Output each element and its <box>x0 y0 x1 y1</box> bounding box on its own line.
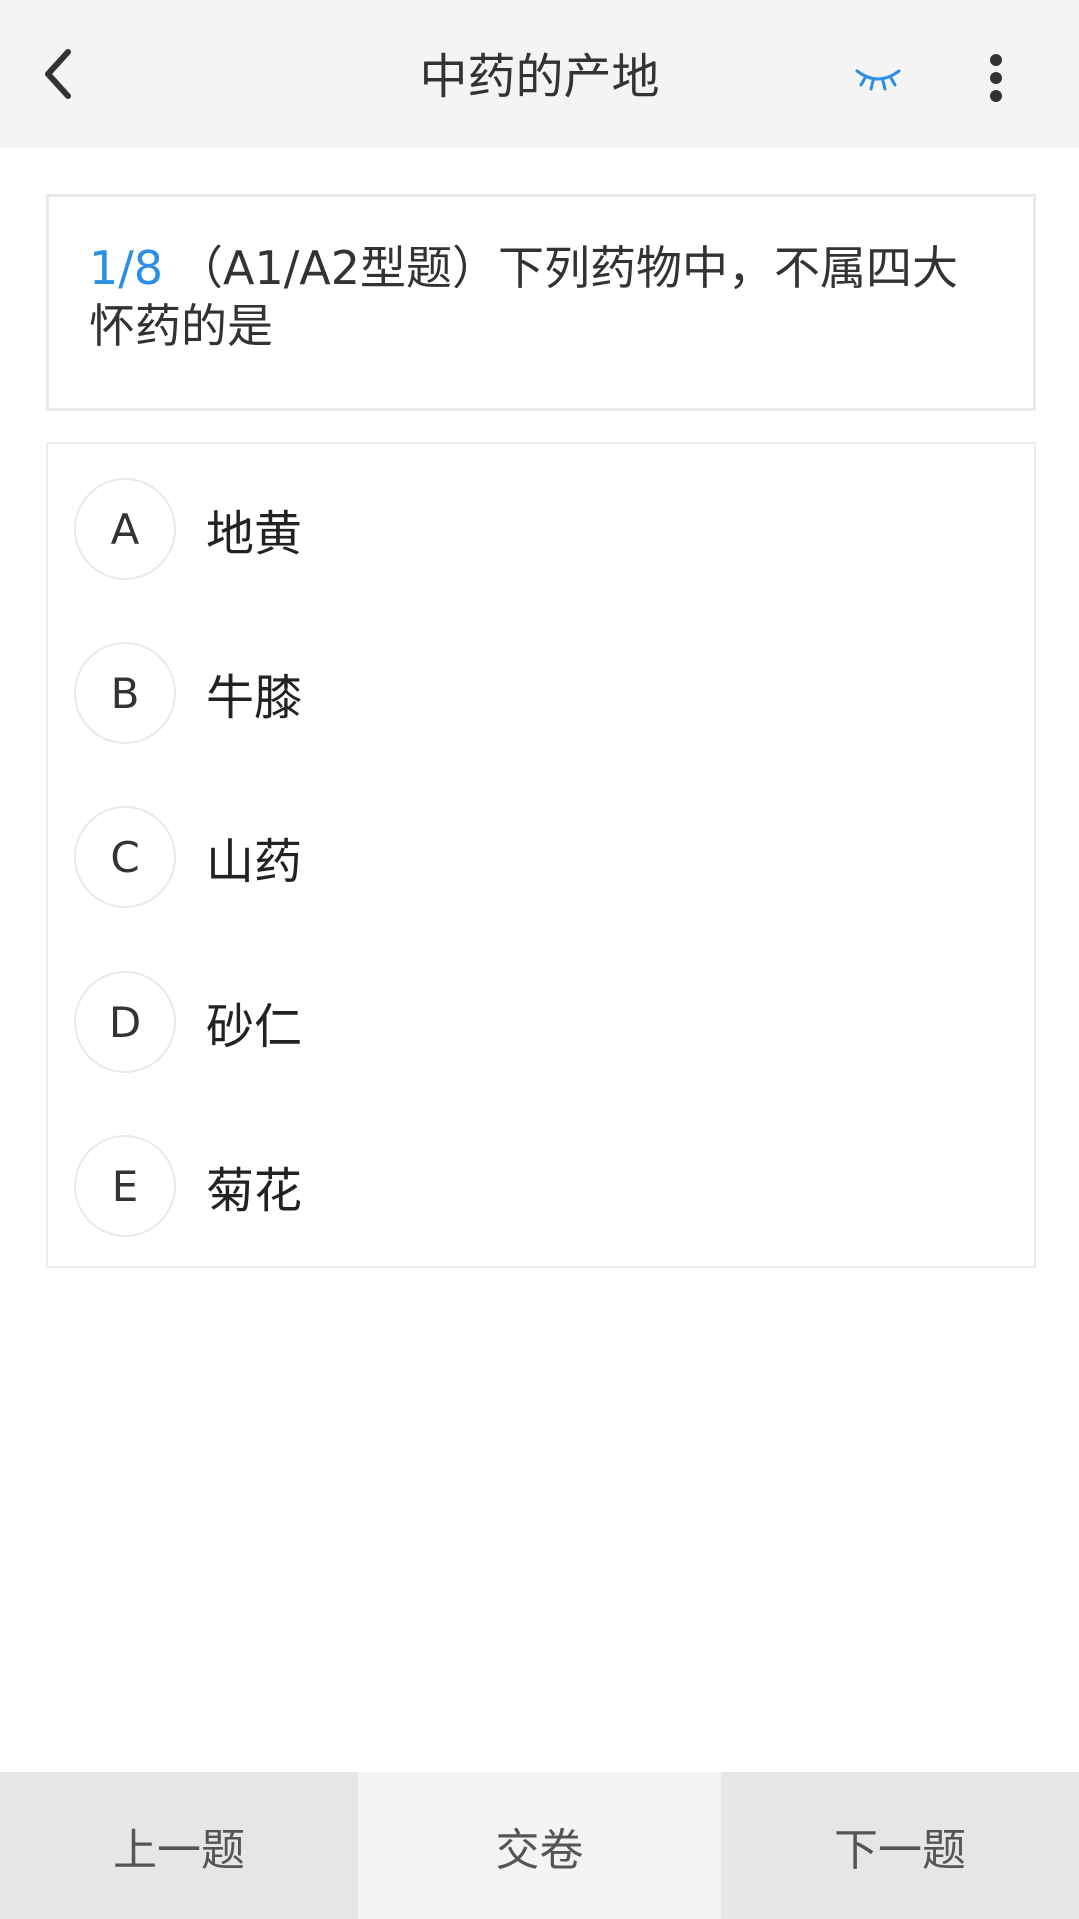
back-button[interactable] <box>28 44 88 104</box>
submit-exam-button[interactable]: 交卷 <box>358 1772 721 1919</box>
option-text: 砂仁 <box>206 999 303 1055</box>
option-text: 地黄 <box>206 506 303 562</box>
option-letter: B <box>74 642 176 744</box>
options-list: A 地黄 B 牛膝 C 山药 D 砂仁 E 菊花 <box>46 442 1036 1268</box>
option-text: 山药 <box>206 834 303 890</box>
question-text: （A1/A2型题）下列药物中，不属四大怀药的是 <box>89 241 958 353</box>
option-d[interactable]: D 砂仁 <box>74 967 974 1077</box>
option-letter: A <box>74 478 176 580</box>
option-text: 菊花 <box>206 1163 303 1219</box>
eye-closed-icon <box>855 69 901 91</box>
option-text: 牛膝 <box>206 670 303 726</box>
toggle-answer-visibility-button[interactable] <box>846 58 910 98</box>
question-number: 1/8 <box>89 241 164 295</box>
more-vertical-icon <box>990 54 1002 102</box>
top-bar: 中药的产地 <box>0 0 1079 148</box>
prev-question-button[interactable]: 上一题 <box>0 1772 358 1919</box>
next-question-button[interactable]: 下一题 <box>721 1772 1079 1919</box>
option-letter: C <box>74 806 176 908</box>
option-letter: E <box>74 1135 176 1237</box>
more-options-button[interactable] <box>968 48 1024 108</box>
option-a[interactable]: A 地黄 <box>74 474 974 584</box>
page-title: 中药的产地 <box>419 49 660 105</box>
option-letter: D <box>74 971 176 1073</box>
question-card: 1/8 （A1/A2型题）下列药物中，不属四大怀药的是 <box>46 194 1036 411</box>
option-b[interactable]: B 牛膝 <box>74 638 974 748</box>
question-stem: 1/8 （A1/A2型题）下列药物中，不属四大怀药的是 <box>89 239 993 355</box>
chevron-left-icon <box>45 49 71 99</box>
option-c[interactable]: C 山药 <box>74 802 974 912</box>
bottom-nav-bar: 上一题 交卷 下一题 <box>0 1772 1079 1919</box>
option-e[interactable]: E 菊花 <box>74 1131 974 1241</box>
